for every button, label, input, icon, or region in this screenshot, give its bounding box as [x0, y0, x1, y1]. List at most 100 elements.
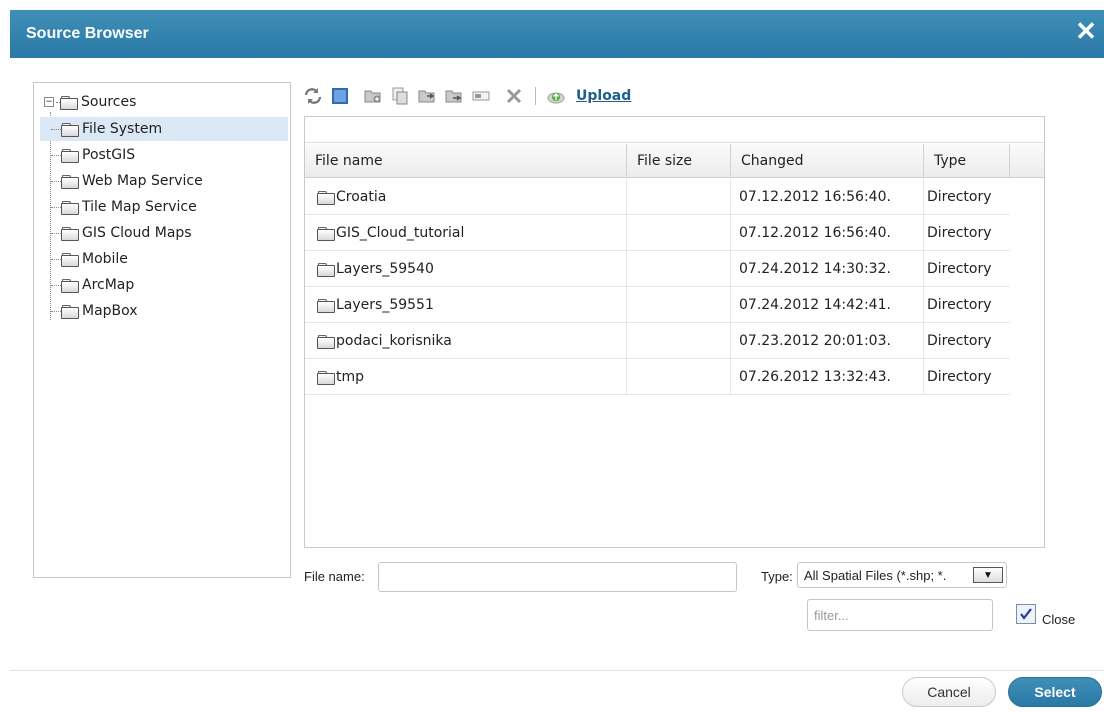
- refresh-icon[interactable]: [303, 86, 323, 106]
- row-type: Directory: [927, 333, 992, 349]
- upload-button[interactable]: Upload: [546, 86, 631, 106]
- select-button[interactable]: Select: [1008, 677, 1102, 707]
- grid-header: File name File size Changed Type: [305, 144, 1044, 178]
- tree-connector: [51, 232, 61, 234]
- table-row[interactable]: Layers_59551 07.24.2012 14:42:41. Direct…: [305, 287, 1010, 323]
- folder-icon: [317, 298, 335, 313]
- file-grid: File name File size Changed Type Croatia…: [304, 116, 1045, 548]
- row-file-size: [627, 323, 731, 359]
- table-row[interactable]: GIS_Cloud_tutorial 07.12.2012 16:56:40. …: [305, 215, 1010, 251]
- dropdown-arrow-icon[interactable]: ▼: [973, 567, 1003, 583]
- row-changed: 07.23.2012 20:01:03.: [731, 323, 924, 359]
- tree-item-label: Mobile: [82, 251, 128, 267]
- tree-item-label: File System: [82, 121, 163, 137]
- tree-connector: [51, 206, 61, 208]
- close-checkbox[interactable]: [1016, 604, 1036, 624]
- paste-icon[interactable]: [417, 86, 437, 106]
- row-type: Directory: [927, 369, 992, 385]
- row-changed: 07.24.2012 14:30:32.: [731, 251, 924, 287]
- grid-path-bar: [305, 117, 1044, 143]
- folder-icon: [61, 148, 79, 163]
- tree-item-tile-map-service[interactable]: Tile Map Service: [51, 195, 197, 219]
- tree-item-postgis[interactable]: PostGIS: [51, 143, 135, 167]
- folder-icon: [61, 200, 79, 215]
- tree-item-gis-cloud-maps[interactable]: GIS Cloud Maps: [51, 221, 192, 245]
- tree-connector: [51, 180, 61, 182]
- folder-icon: [317, 190, 335, 205]
- folder-icon: [61, 304, 79, 319]
- move-icon[interactable]: [444, 86, 464, 106]
- toolbar-separator: [535, 87, 536, 105]
- row-file-size: [627, 287, 731, 323]
- file-type-select[interactable]: All Spatial Files (*.shp; *. ▼: [797, 562, 1007, 588]
- folder-icon: [317, 262, 335, 277]
- new-folder-icon[interactable]: [363, 86, 383, 106]
- row-type: Directory: [927, 225, 992, 241]
- tree-item-label: PostGIS: [82, 147, 136, 163]
- row-changed: 07.12.2012 16:56:40.: [731, 179, 924, 215]
- tree-root-label: Sources: [81, 94, 137, 110]
- tree-connector: [51, 128, 61, 130]
- folder-icon: [61, 174, 79, 189]
- table-row[interactable]: tmp 07.26.2012 13:32:43. Directory: [305, 359, 1010, 395]
- column-header-changed[interactable]: Changed: [731, 144, 924, 178]
- tree-item-web-map-service[interactable]: Web Map Service: [51, 169, 203, 193]
- collapse-icon[interactable]: −: [44, 97, 54, 107]
- close-checkbox-label: Close: [1042, 612, 1076, 627]
- cancel-button[interactable]: Cancel: [902, 677, 996, 707]
- row-file-size: [627, 251, 731, 287]
- type-label: Type:: [761, 569, 793, 584]
- view-mode-icon[interactable]: [330, 86, 350, 106]
- tree-root-sources[interactable]: − Sources: [44, 90, 136, 114]
- row-file-name: Layers_59551: [336, 297, 434, 313]
- row-changed: 07.24.2012 14:42:41.: [731, 287, 924, 323]
- row-file-name: podaci_korisnika: [336, 333, 452, 349]
- tree-connector: [51, 258, 61, 260]
- table-row[interactable]: Layers_59540 07.24.2012 14:30:32. Direct…: [305, 251, 1010, 287]
- row-file-size: [627, 215, 731, 251]
- tree-connector: [51, 154, 61, 156]
- column-header-file-size[interactable]: File size: [627, 144, 731, 178]
- column-header-type[interactable]: Type: [924, 144, 1010, 178]
- tree-connector: [51, 310, 61, 312]
- checkmark-icon: [1020, 608, 1032, 620]
- tree-item-mapbox[interactable]: MapBox: [51, 299, 138, 323]
- cloud-upload-icon: [547, 92, 565, 104]
- row-file-name: GIS_Cloud_tutorial: [336, 225, 465, 241]
- file-name-label: File name:: [304, 569, 365, 584]
- dialog-titlebar: Source Browser ✕: [10, 10, 1104, 58]
- folder-icon: [61, 122, 79, 137]
- file-type-value: All Spatial Files (*.shp; *.: [804, 567, 947, 583]
- footer-divider: [10, 670, 1104, 671]
- tree-item-arcmap[interactable]: ArcMap: [51, 273, 134, 297]
- copy-icon[interactable]: [390, 86, 410, 106]
- file-name-input[interactable]: [378, 562, 737, 592]
- table-row[interactable]: podaci_korisnika 07.23.2012 20:01:03. Di…: [305, 323, 1010, 359]
- row-changed: 07.26.2012 13:32:43.: [731, 359, 924, 395]
- folder-icon: [61, 278, 79, 293]
- rename-icon[interactable]: [471, 86, 491, 106]
- delete-icon[interactable]: [504, 86, 524, 106]
- row-type: Directory: [927, 297, 992, 313]
- upload-label: Upload: [576, 88, 632, 104]
- tree-item-label: ArcMap: [82, 277, 135, 293]
- row-file-size: [627, 359, 731, 395]
- column-header-file-name[interactable]: File name: [305, 144, 627, 178]
- folder-icon: [317, 334, 335, 349]
- row-file-name: Croatia: [336, 189, 387, 205]
- folder-icon: [317, 226, 335, 241]
- folder-icon: [61, 252, 79, 267]
- close-dialog-icon[interactable]: ✕: [1072, 17, 1100, 45]
- tree-item-file-system[interactable]: File System: [40, 117, 288, 141]
- table-row[interactable]: Croatia 07.12.2012 16:56:40. Directory: [305, 179, 1010, 215]
- row-type: Directory: [927, 261, 992, 277]
- tree-item-mobile[interactable]: Mobile: [51, 247, 128, 271]
- filter-input[interactable]: [807, 599, 993, 631]
- row-file-name: Layers_59540: [336, 261, 434, 277]
- folder-icon: [61, 226, 79, 241]
- tree-connector: [51, 284, 61, 286]
- row-type: Directory: [927, 189, 992, 205]
- tree-item-label: MapBox: [82, 303, 138, 319]
- tree-item-label: Tile Map Service: [82, 199, 197, 215]
- tree-item-label: GIS Cloud Maps: [82, 225, 192, 241]
